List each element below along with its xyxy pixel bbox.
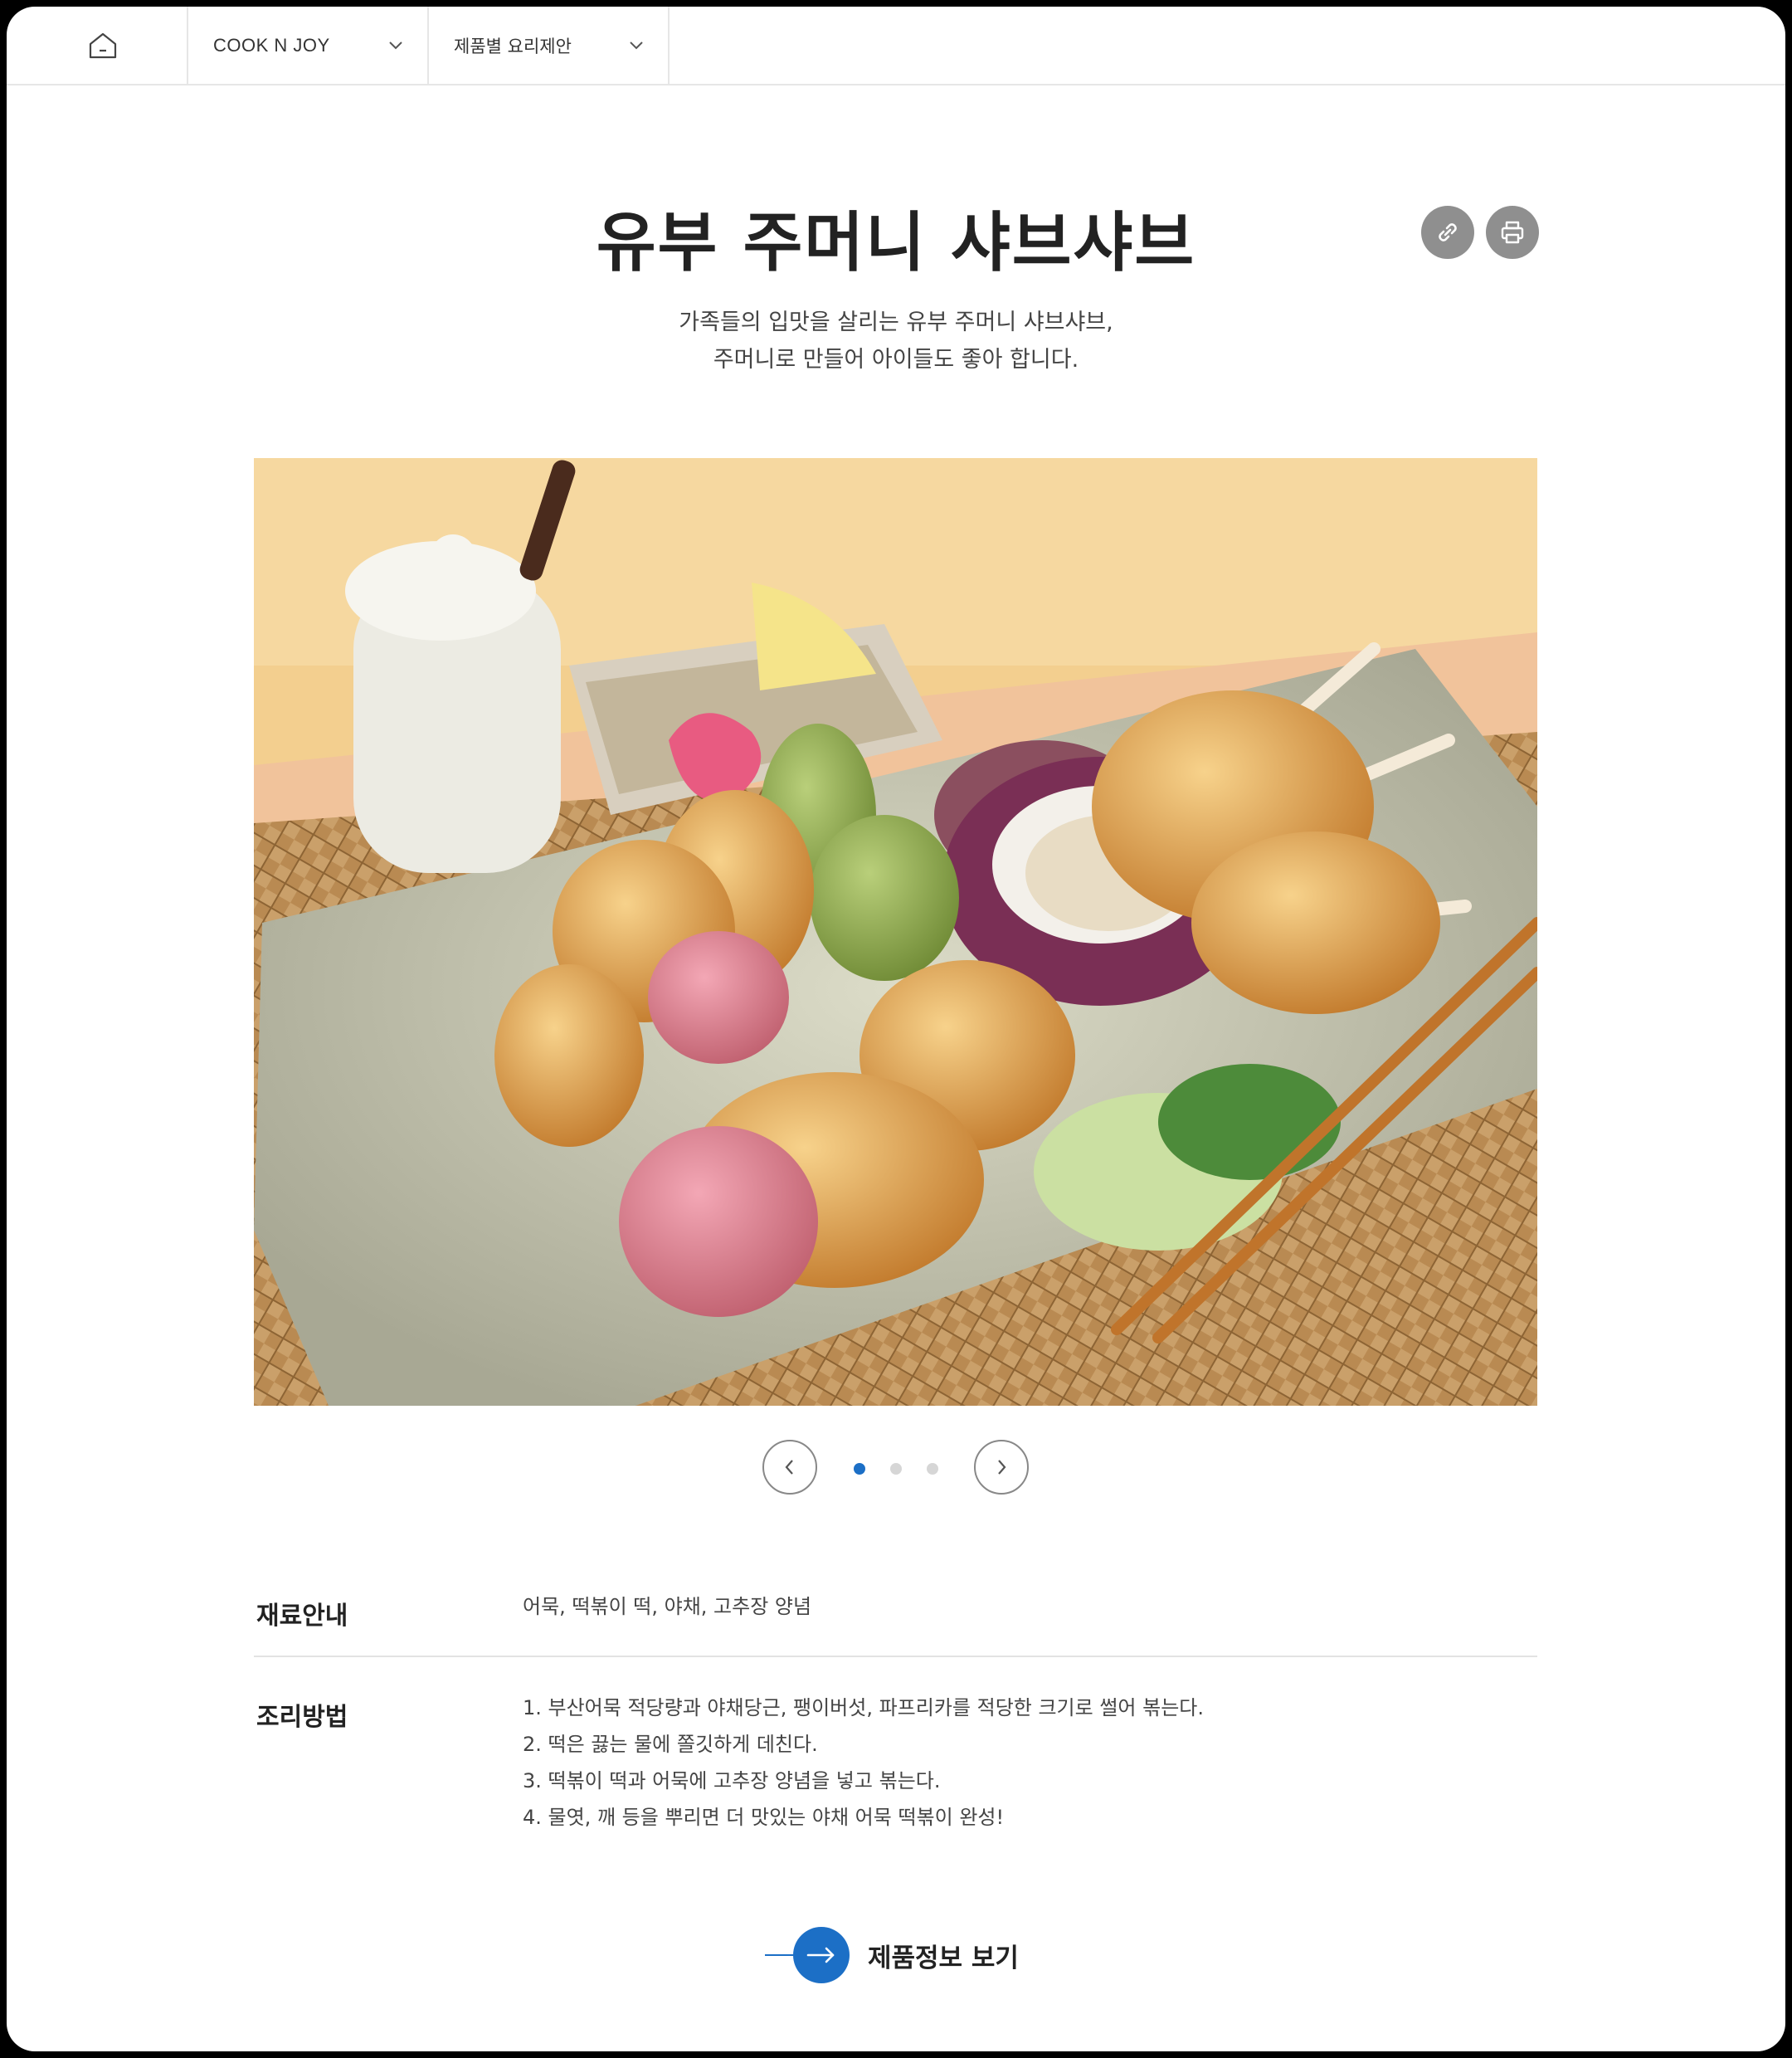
brand-dropdown-label: COOK N JOY: [213, 34, 330, 56]
carousel-prev-button[interactable]: [762, 1440, 817, 1495]
chevron-down-icon: [630, 41, 643, 49]
top-navigation: COOK N JOY 제품별 요리제안: [7, 7, 1785, 85]
method-step: 4. 물엿, 깨 등을 뿌리면 더 맛있는 야채 어묵 떡볶이 완성!: [523, 1806, 1005, 1829]
print-button[interactable]: [1486, 206, 1539, 259]
product-info-label: 제품정보 보기: [868, 1943, 1019, 1973]
page-frame: COOK N JOY 제품별 요리제안 유부 주머니 샤브샤브 가족들의 입맛을…: [7, 7, 1785, 2051]
carousel-next-button[interactable]: [974, 1440, 1029, 1495]
chevron-left-icon: [785, 1460, 793, 1475]
carousel-dot-3[interactable]: [927, 1463, 938, 1475]
method-label: 조리방법: [256, 1703, 348, 1732]
arrow-right-icon: [793, 1927, 850, 1983]
chevron-right-icon: [998, 1460, 1006, 1475]
home-icon: [89, 32, 116, 58]
method-steps: 1. 부산어묵 적당량과 야채당근, 팽이버섯, 파프리카를 적당한 크기로 썰…: [523, 1690, 1204, 1836]
carousel-dot-1[interactable]: [854, 1463, 865, 1475]
printer-icon: [1501, 221, 1524, 244]
brand-dropdown[interactable]: COOK N JOY: [188, 7, 429, 84]
recipe-photo: [254, 458, 1537, 1406]
link-icon: [1439, 223, 1457, 241]
copy-link-button[interactable]: [1421, 206, 1474, 259]
chevron-down-icon: [389, 41, 402, 49]
description-line-2: 주머니로 만들어 아이들도 좋아 합니다.: [713, 347, 1079, 373]
ingredients-label: 재료안내: [256, 1602, 348, 1631]
product-info-link[interactable]: 제품정보 보기: [765, 1922, 1019, 1988]
method-step: 1. 부산어묵 적당량과 야채당근, 팽이버섯, 파프리카를 적당한 크기로 썰…: [523, 1696, 1205, 1719]
home-button[interactable]: [7, 7, 188, 84]
ingredients-text: 어묵, 떡볶이 떡, 야채, 고추장 양념: [523, 1595, 812, 1618]
method-step: 3. 떡볶이 떡과 어묵에 고추장 양념을 넣고 볶는다.: [523, 1769, 941, 1792]
section-divider: [254, 1656, 1537, 1657]
recipe-description: 가족들의 입맛을 살리는 유부 주머니 샤브샤브, 주머니로 만들어 아이들도 …: [7, 304, 1785, 378]
category-dropdown-label: 제품별 요리제안: [454, 36, 572, 56]
method-step: 2. 떡은 끓는 물에 쫄깃하게 데친다.: [523, 1733, 818, 1756]
category-dropdown[interactable]: 제품별 요리제안: [429, 7, 670, 84]
description-line-1: 가족들의 입맛을 살리는 유부 주머니 샤브샤브,: [679, 310, 1113, 335]
carousel-dot-2[interactable]: [890, 1463, 902, 1475]
